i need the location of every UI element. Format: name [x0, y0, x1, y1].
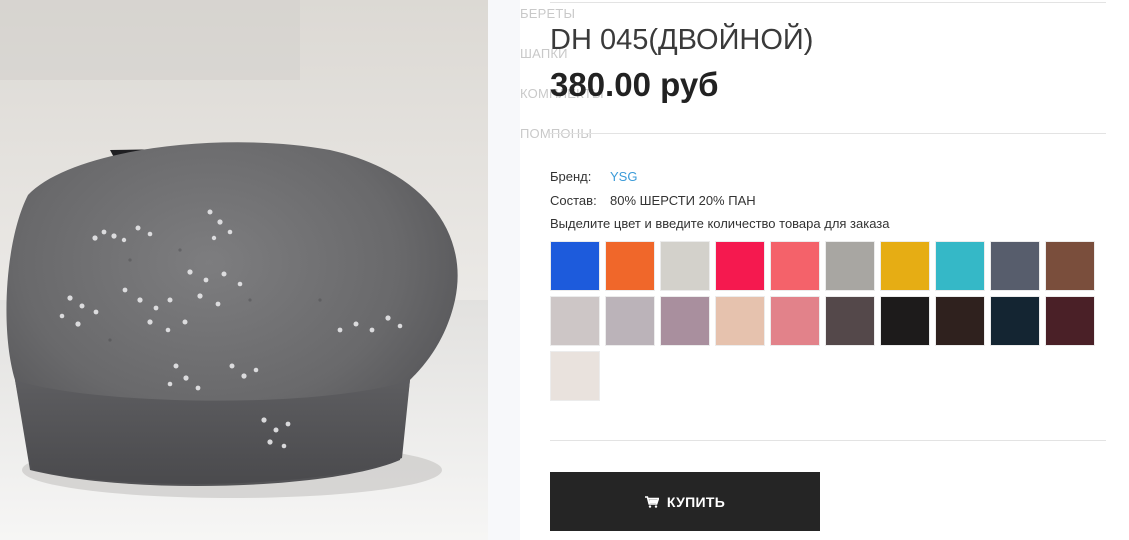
color-swatch[interactable]: [990, 296, 1040, 346]
color-swatch[interactable]: [825, 296, 875, 346]
divider: [550, 440, 1106, 441]
page-divider-strip: [488, 0, 520, 540]
color-swatch[interactable]: [1045, 241, 1095, 291]
buy-button-label: КУПИТЬ: [666, 493, 726, 510]
product-image[interactable]: [0, 0, 488, 540]
brand-label: Бренд:: [550, 169, 592, 184]
color-swatch[interactable]: [605, 241, 655, 291]
cart-icon: [644, 495, 659, 508]
product-title: DH 045(ДВОЙНОЙ): [550, 24, 814, 56]
color-swatch[interactable]: [550, 351, 600, 401]
product-details: DH 045(ДВОЙНОЙ) 380.00 руб Бренд: YSG Сос…: [550, 0, 1106, 540]
color-swatch[interactable]: [1045, 296, 1095, 346]
color-swatch[interactable]: [550, 296, 600, 346]
buy-button[interactable]: КУПИТЬ: [550, 472, 820, 531]
color-swatch[interactable]: [770, 296, 820, 346]
color-swatch[interactable]: [880, 296, 930, 346]
composition-label: Состав:: [550, 193, 597, 208]
composition-value: 80% ШЕРСТИ 20% ПАН: [610, 193, 756, 208]
beret-photo: [0, 0, 488, 540]
color-swatch[interactable]: [715, 296, 765, 346]
color-swatch[interactable]: [770, 241, 820, 291]
color-swatch[interactable]: [605, 296, 655, 346]
color-swatch[interactable]: [935, 296, 985, 346]
composition-row: Состав: 80% ШЕРСТИ 20% ПАН: [550, 193, 756, 208]
brand-link[interactable]: YSG: [610, 169, 637, 184]
brand-row: Бренд: YSG: [550, 169, 637, 184]
divider: [550, 133, 1106, 134]
color-swatch[interactable]: [550, 241, 600, 291]
top-divider: [550, 2, 1106, 3]
color-swatch[interactable]: [990, 241, 1040, 291]
color-swatch[interactable]: [715, 241, 765, 291]
color-swatch[interactable]: [660, 241, 710, 291]
color-swatch[interactable]: [880, 241, 930, 291]
color-swatch[interactable]: [660, 296, 710, 346]
product-price: 380.00 руб: [550, 66, 719, 103]
color-swatch[interactable]: [935, 241, 985, 291]
color-swatch[interactable]: [825, 241, 875, 291]
color-instruction: Выделите цвет и введите количество товар…: [550, 216, 890, 231]
